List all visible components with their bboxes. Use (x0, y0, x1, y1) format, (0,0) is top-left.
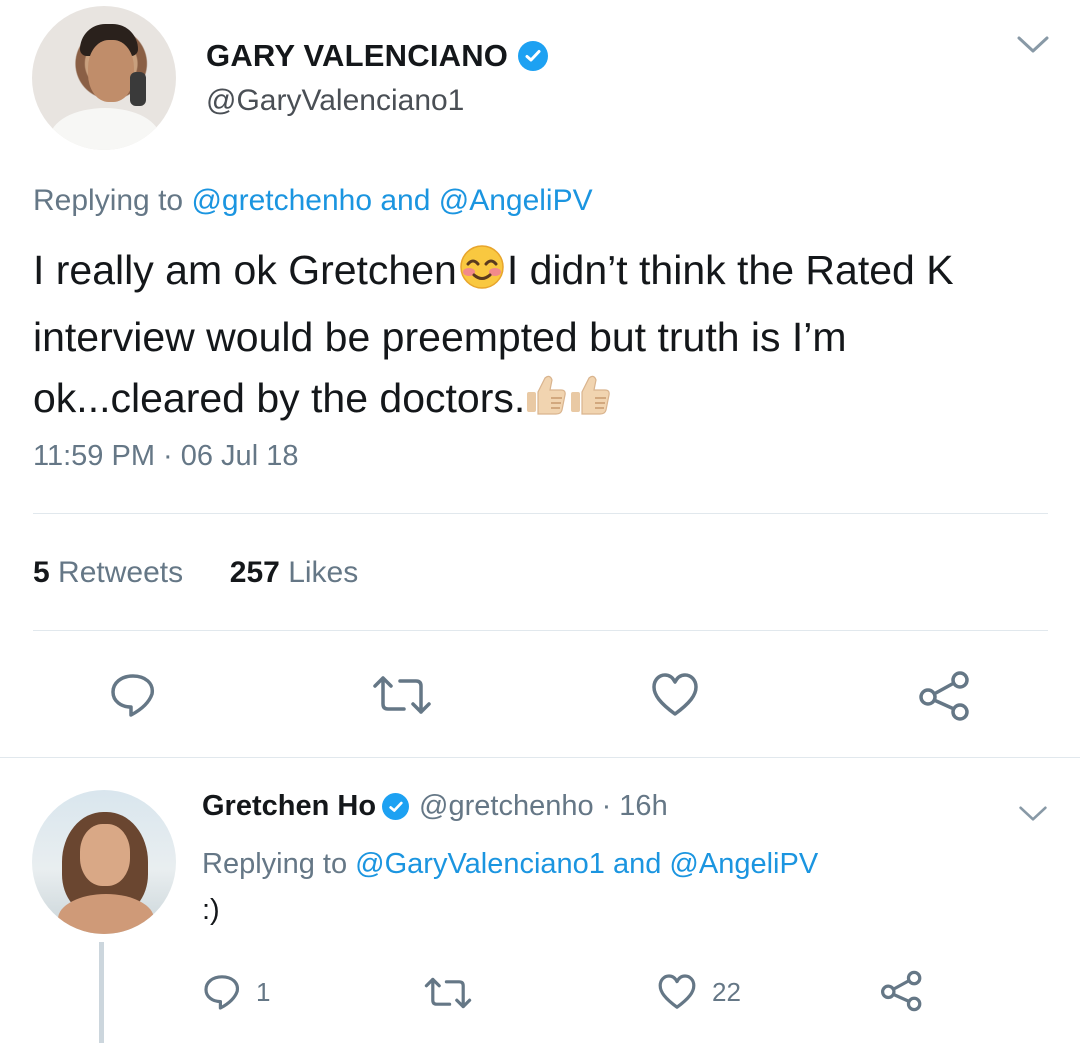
replying-to: Replying to @gretchenho and @AngeliPV (33, 184, 593, 217)
heart-icon (658, 974, 696, 1009)
chevron-down-icon[interactable] (1018, 804, 1048, 829)
reply-author-avatar[interactable] (32, 790, 176, 934)
chevron-down-icon[interactable] (1016, 34, 1050, 61)
retweet-button[interactable] (372, 674, 432, 716)
verified-badge-icon (518, 41, 549, 71)
reply-header: Gretchen Ho @gretchenho · 16h (202, 790, 668, 823)
verified-badge-icon (382, 793, 410, 820)
author-name-row[interactable]: GARY VALENCIANO (206, 38, 549, 74)
retweets-stat[interactable]: 5 Retweets (33, 556, 183, 589)
comment-icon (204, 975, 239, 1010)
author-name[interactable]: GARY VALENCIANO (206, 38, 508, 74)
smiling-face-icon (457, 244, 507, 307)
reply-share-button[interactable] (880, 970, 924, 1012)
reply-retweet-button[interactable] (424, 976, 472, 1010)
divider (33, 630, 1048, 631)
author-handle[interactable]: @GaryValenciano1 (206, 84, 464, 118)
mention-link[interactable]: @gretchenho (191, 184, 372, 217)
share-button[interactable] (918, 670, 972, 722)
tweet-text: I really am ok Gretchen I didn’t think th… (33, 240, 1053, 435)
reply-like-button[interactable]: 22 (656, 972, 741, 1012)
thumbs-up-icon (525, 372, 569, 435)
thread-line (99, 942, 104, 1043)
reply-comment-button[interactable]: 1 (202, 972, 270, 1012)
comment-icon (111, 674, 154, 717)
thumbs-up-icon (569, 372, 613, 435)
retweet-icon (373, 676, 431, 714)
reply-button[interactable] (108, 670, 158, 720)
heart-icon (652, 673, 698, 716)
likes-stat[interactable]: 257 Likes (230, 556, 358, 589)
reply-text: :) (202, 894, 220, 926)
reply-count: 1 (256, 976, 271, 1007)
author-avatar[interactable] (32, 6, 176, 150)
tweet-timestamp[interactable]: 11:59 PM · 06 Jul 18 (33, 440, 298, 473)
divider (33, 513, 1048, 514)
retweet-icon (424, 977, 472, 1009)
like-count: 22 (712, 976, 741, 1007)
reply-author-name[interactable]: Gretchen Ho (202, 790, 376, 823)
replying-to: Replying to @GaryValenciano1 and @Angeli… (202, 848, 819, 880)
share-icon (919, 671, 969, 721)
mention-link[interactable]: @AngeliPV (439, 184, 593, 217)
mention-link[interactable]: @GaryValenciano1 (355, 848, 605, 880)
mention-link[interactable]: @AngeliPV (669, 848, 818, 880)
engagement-stats: 5 Retweets 257 Likes (33, 556, 358, 590)
share-icon (881, 970, 922, 1012)
divider (0, 757, 1080, 758)
reply-time[interactable]: · 16h (602, 790, 668, 823)
like-button[interactable] (650, 670, 700, 720)
reply-author-handle[interactable]: @gretchenho (419, 790, 594, 823)
